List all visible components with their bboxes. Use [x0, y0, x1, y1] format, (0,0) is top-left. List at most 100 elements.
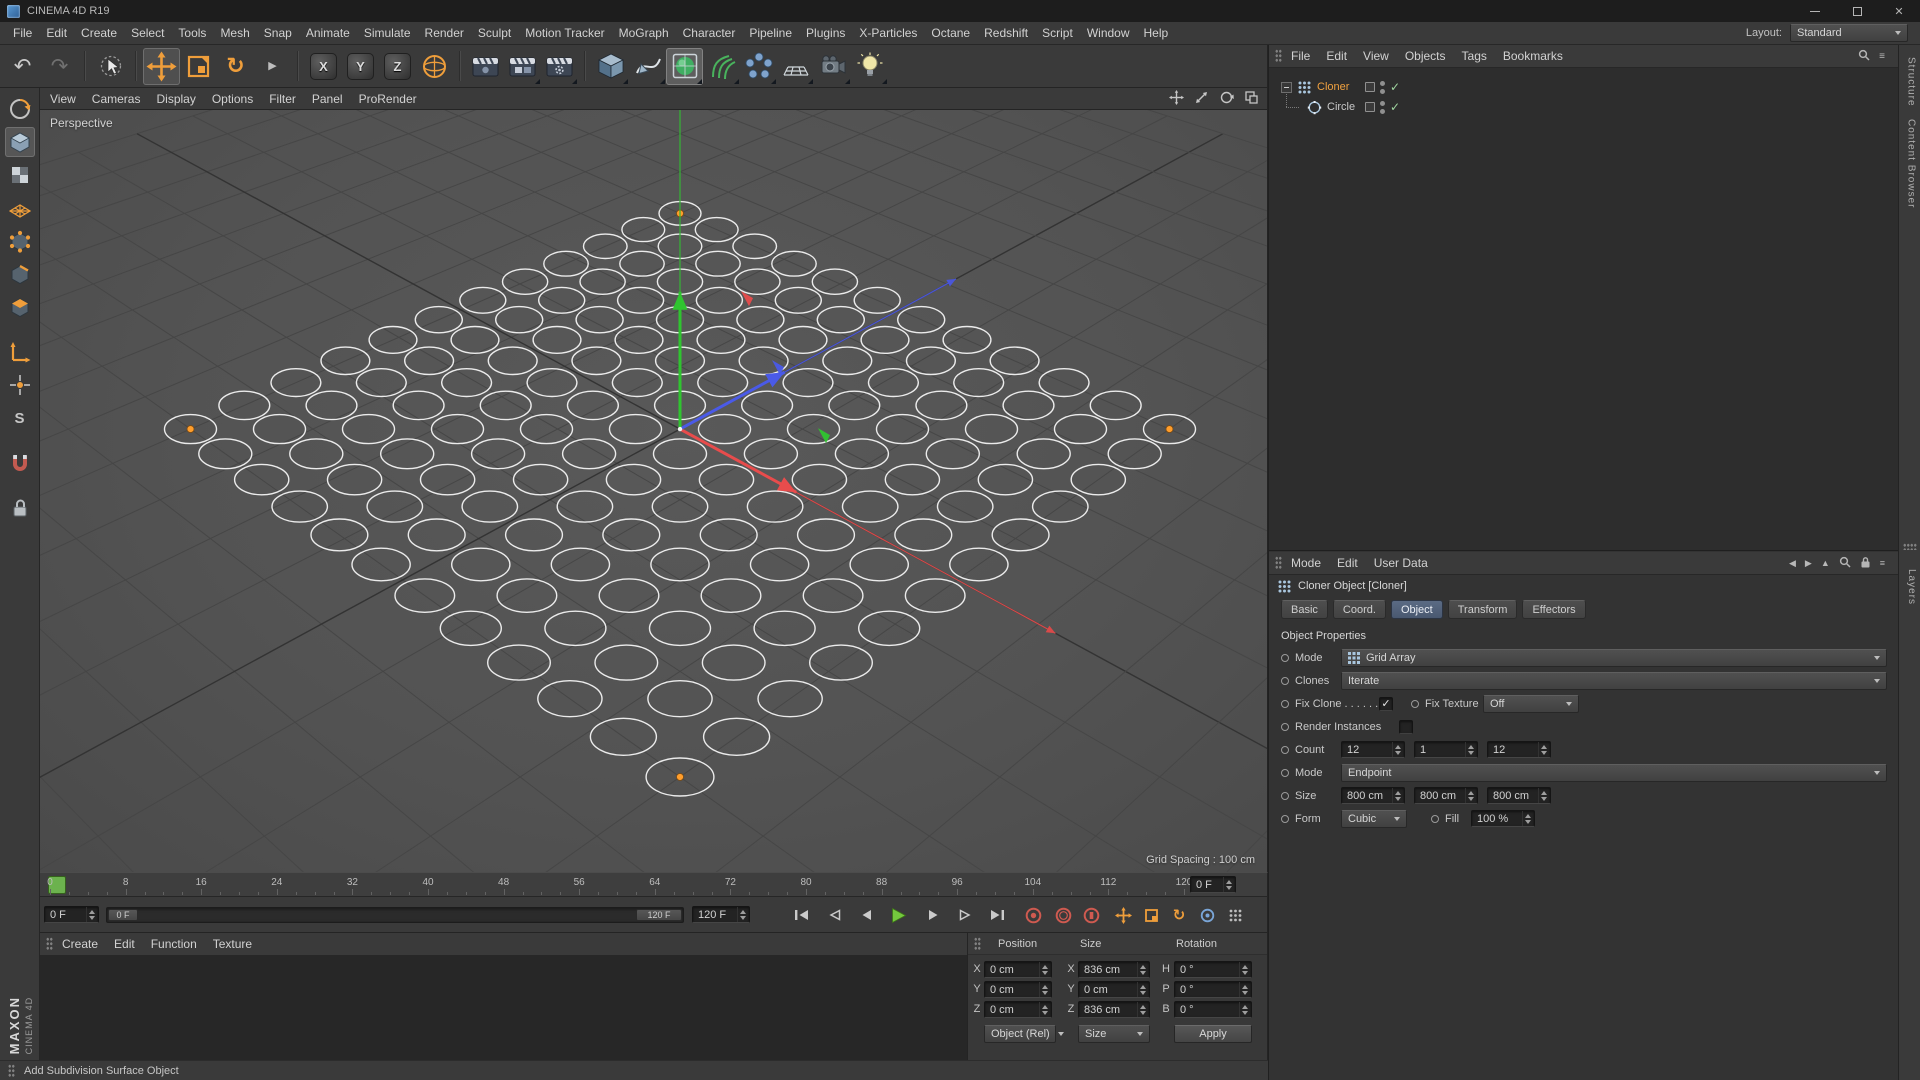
menu-character[interactable]: Character [676, 24, 743, 42]
next-key-button[interactable] [950, 904, 980, 926]
panel-grip-icon[interactable] [1275, 556, 1282, 570]
spinner-buttons[interactable] [1392, 742, 1403, 757]
animation-dot[interactable] [1281, 814, 1289, 823]
scale-tool-icon[interactable] [180, 48, 217, 85]
rotate-tool-icon[interactable]: ↻ [217, 48, 254, 85]
layout-dropdown[interactable]: Standard [1790, 24, 1908, 42]
current-frame-field[interactable]: 0 F [1190, 876, 1236, 893]
tab-object[interactable]: Object [1390, 600, 1443, 619]
viewport-view-label[interactable]: Perspective [50, 116, 113, 130]
layer-chip-icon[interactable] [1365, 102, 1375, 112]
menu-pipeline[interactable]: Pipeline [742, 24, 799, 42]
frame-range-slider[interactable]: 0 F 120 F [106, 907, 684, 923]
panel-grip-icon[interactable] [1903, 543, 1917, 550]
count-field[interactable]: 12 [1487, 741, 1551, 758]
maximize-button[interactable] [1836, 0, 1878, 22]
lock-icon[interactable] [1860, 556, 1871, 570]
coordinate-size-dropdown[interactable]: Size [1078, 1025, 1150, 1043]
grid-mode-dropdown[interactable]: Endpoint [1341, 763, 1887, 782]
menu-motion-tracker[interactable]: Motion Tracker [518, 24, 611, 42]
search-icon[interactable] [1858, 49, 1870, 64]
record-rotation-toggle[interactable]: ↻ [1164, 904, 1194, 926]
coordinate-value-field[interactable]: 0 cm [984, 961, 1052, 978]
spinner-buttons[interactable] [1239, 1002, 1250, 1017]
panel-grip-icon[interactable] [46, 937, 53, 951]
size-field[interactable]: 800 cm [1414, 787, 1478, 804]
spline-pen-icon[interactable] [629, 48, 666, 85]
move-tool-icon[interactable] [143, 47, 180, 85]
object-row-cloner[interactable]: Cloner ✓ [1269, 77, 1899, 97]
spinner-buttons[interactable] [1538, 788, 1549, 803]
size-field[interactable]: 800 cm [1487, 787, 1551, 804]
panel-options-icon[interactable]: ≡ [1880, 558, 1885, 568]
viewport-menu-view[interactable]: View [42, 90, 84, 108]
side-tab-content-browser[interactable]: Content Browser [1903, 119, 1917, 208]
spinner-buttons[interactable] [1137, 1002, 1148, 1017]
side-tab-layers[interactable]: Layers [1903, 569, 1917, 605]
menu-select[interactable]: Select [124, 24, 171, 42]
points-mode-icon[interactable] [5, 226, 35, 256]
spinner-buttons[interactable] [86, 907, 97, 922]
tab-effectors[interactable]: Effectors [1522, 600, 1586, 619]
menu-animate[interactable]: Animate [299, 24, 357, 42]
clones-dropdown[interactable]: Iterate [1341, 671, 1887, 690]
menu-create[interactable]: Create [74, 24, 124, 42]
tab-transform[interactable]: Transform [1447, 600, 1518, 619]
am-menu-edit[interactable]: Edit [1330, 554, 1365, 572]
record-scale-toggle[interactable] [1136, 904, 1166, 926]
menu-simulate[interactable]: Simulate [357, 24, 418, 42]
coordinate-value-field[interactable]: 0 ° [1174, 981, 1252, 998]
make-editable-icon[interactable] [5, 94, 35, 124]
zoom-view-icon[interactable] [1194, 90, 1209, 108]
count-field[interactable]: 12 [1341, 741, 1405, 758]
om-menu-tags[interactable]: Tags [1455, 47, 1494, 65]
timeline-ruler[interactable]: 0 8 16 24 32 40 48 56 64 72 80 88 96 104 112 120 0 F [40, 872, 1268, 897]
side-tab-structure[interactable]: Structure [1903, 57, 1917, 107]
spinner-buttons[interactable] [1039, 982, 1050, 997]
menu-sculpt[interactable]: Sculpt [471, 24, 518, 42]
camera-object-icon[interactable] [814, 48, 851, 85]
lock-z-axis-icon[interactable]: Z [379, 48, 416, 85]
tab-basic[interactable]: Basic [1281, 600, 1328, 619]
animation-dot[interactable] [1281, 791, 1289, 800]
viewport-menu-filter[interactable]: Filter [261, 90, 304, 108]
om-menu-file[interactable]: File [1284, 47, 1317, 65]
expander-icon[interactable] [1281, 81, 1292, 93]
axis-mode-icon[interactable] [5, 337, 35, 367]
max-frame-field[interactable]: 120 F [692, 906, 750, 923]
enabled-check-icon[interactable]: ✓ [1390, 80, 1400, 94]
rotate-view-icon[interactable] [1219, 90, 1234, 108]
fix-clone-checkbox[interactable]: ✓ [1379, 696, 1393, 711]
light-object-icon[interactable] [851, 48, 888, 85]
minimize-button[interactable] [1794, 0, 1836, 22]
spinner-buttons[interactable] [1039, 1002, 1050, 1017]
animation-dot[interactable] [1281, 676, 1289, 685]
parent-object-icon[interactable]: ▲ [1821, 558, 1830, 568]
material-menu-create[interactable]: Create [55, 935, 105, 953]
form-dropdown[interactable]: Cubic [1341, 809, 1407, 828]
previous-key-button[interactable] [819, 904, 849, 926]
coordinate-value-field[interactable]: 0 ° [1174, 961, 1252, 978]
goto-end-button[interactable] [982, 904, 1012, 926]
apply-button[interactable]: Apply [1174, 1025, 1252, 1043]
bend-deformer-icon[interactable] [703, 48, 740, 85]
spinner-buttons[interactable] [1239, 982, 1250, 997]
previous-frame-button[interactable] [851, 904, 881, 926]
menu-x-particles[interactable]: X-Particles [852, 24, 924, 42]
spinner-buttons[interactable] [1137, 982, 1148, 997]
tab-coord[interactable]: Coord. [1332, 600, 1386, 619]
floor-object-icon[interactable] [777, 48, 814, 85]
animation-dot[interactable] [1281, 699, 1289, 708]
coordinate-value-field[interactable]: 0 cm [1078, 981, 1150, 998]
lock-workplane-icon[interactable] [5, 493, 35, 523]
mode-dropdown[interactable]: Grid Array [1341, 648, 1887, 667]
visibility-dots-icon[interactable] [1380, 80, 1385, 94]
panel-grip-icon[interactable] [8, 1063, 15, 1078]
animation-dot[interactable] [1431, 814, 1439, 823]
next-frame-button[interactable] [918, 904, 948, 926]
viewport-menu-options[interactable]: Options [204, 90, 261, 108]
am-menu-mode[interactable]: Mode [1284, 554, 1328, 572]
animation-dot[interactable] [1281, 745, 1289, 754]
viewport-menu-display[interactable]: Display [148, 90, 203, 108]
pan-view-icon[interactable] [1169, 89, 1184, 108]
